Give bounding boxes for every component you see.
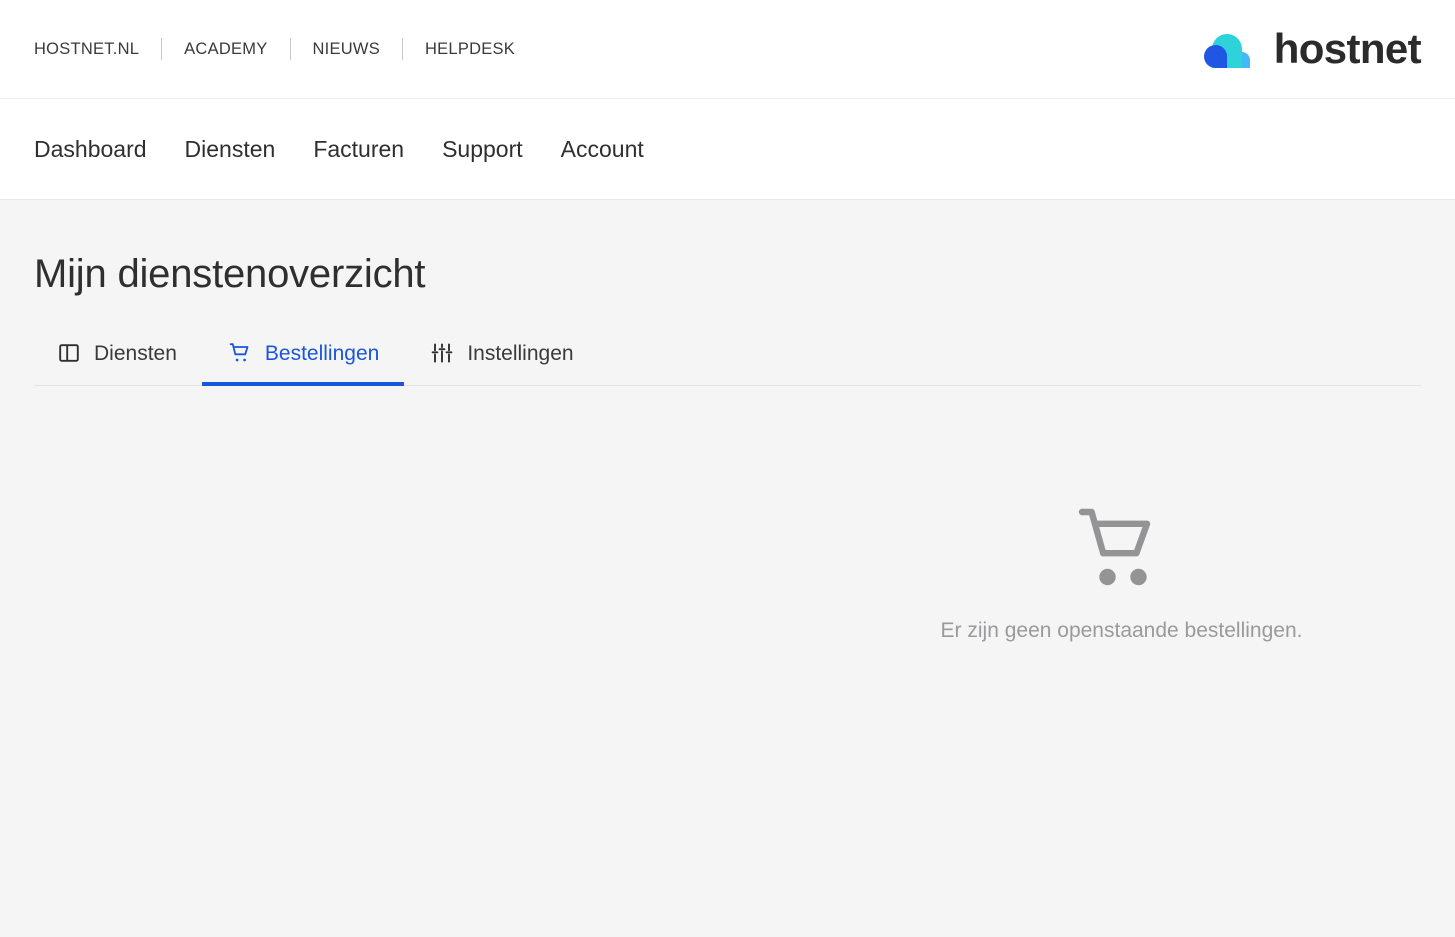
app-root: HOSTNET.NL ACADEMY NIEUWS HELPDESK hostn… [0, 0, 1455, 937]
cloud-logo-icon [1198, 28, 1258, 70]
tab-diensten[interactable]: Diensten [34, 336, 202, 386]
nav-item-support[interactable]: Support [442, 132, 523, 167]
tab-bestellingen[interactable]: Bestellingen [201, 336, 405, 386]
tab-label: Diensten [94, 341, 177, 365]
nav-item-facturen[interactable]: Facturen [313, 132, 404, 167]
utility-bar: HOSTNET.NL ACADEMY NIEUWS HELPDESK hostn… [0, 0, 1455, 99]
utility-link-helpdesk[interactable]: HELPDESK [403, 37, 537, 61]
utility-links: HOSTNET.NL ACADEMY NIEUWS HELPDESK [34, 37, 537, 61]
panel-layout-icon [56, 340, 82, 366]
nav-item-account[interactable]: Account [561, 132, 644, 167]
orders-panel: Er zijn geen openstaande bestellingen. [34, 386, 1421, 937]
utility-link-hostnet[interactable]: HOSTNET.NL [34, 37, 161, 61]
main-navigation: Dashboard Diensten Facturen Support Acco… [0, 99, 1455, 200]
main-navigation-items: Dashboard Diensten Facturen Support Acco… [34, 132, 644, 167]
shopping-cart-icon [227, 340, 253, 366]
main-content: Mijn dienstenoverzicht Diensten Bestelli… [0, 200, 1455, 937]
utility-link-academy[interactable]: ACADEMY [162, 37, 289, 61]
brand-logo[interactable]: hostnet [1198, 25, 1422, 72]
tab-label: Instellingen [467, 341, 574, 365]
page-title: Mijn dienstenoverzicht [34, 252, 426, 296]
nav-item-diensten[interactable]: Diensten [185, 132, 276, 167]
tab-label: Bestellingen [264, 341, 380, 365]
shopping-cart-icon [1076, 504, 1168, 592]
tab-instellingen[interactable]: Instellingen [404, 336, 598, 386]
nav-item-dashboard[interactable]: Dashboard [34, 132, 147, 167]
brand-wordmark: hostnet [1273, 25, 1422, 72]
utility-link-nieuws[interactable]: NIEUWS [291, 37, 403, 61]
empty-state: Er zijn geen openstaande bestellingen. [940, 504, 1303, 643]
sliders-icon [429, 340, 455, 366]
empty-state-message: Er zijn geen openstaande bestellingen. [940, 619, 1303, 642]
tab-bar: Diensten Bestellingen Instellingen [34, 336, 1421, 386]
